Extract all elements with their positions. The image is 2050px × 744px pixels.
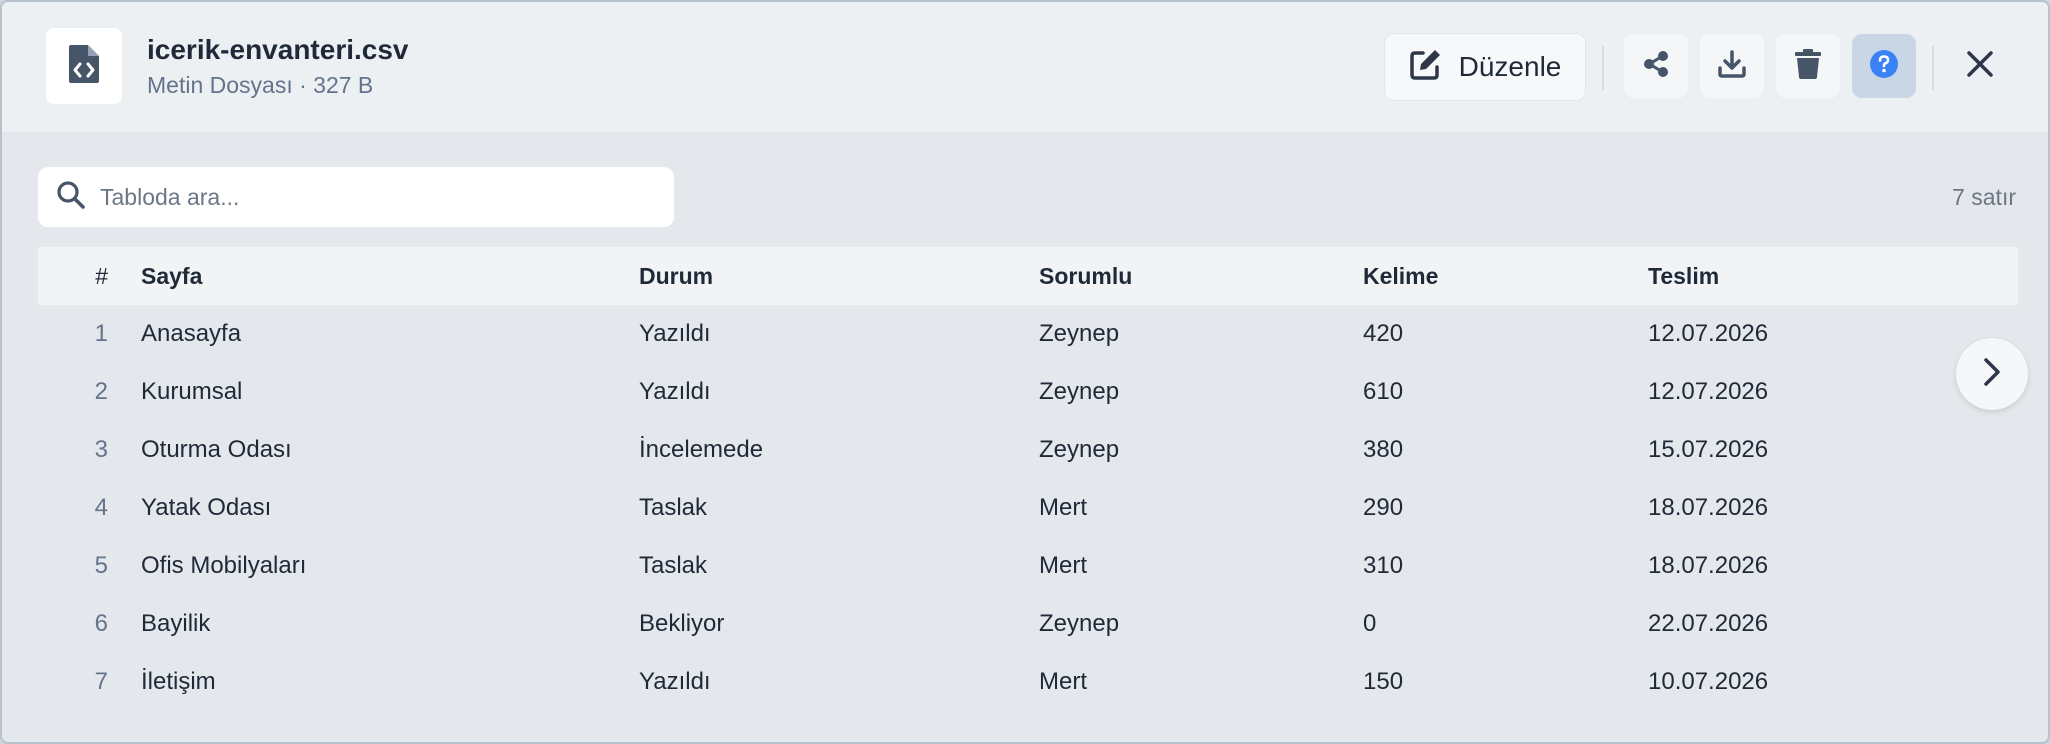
cell-page: İletişim bbox=[141, 668, 216, 695]
share-icon bbox=[1642, 50, 1670, 83]
row-index: 6 bbox=[94, 610, 108, 637]
chevron-right-icon bbox=[1981, 357, 2003, 392]
table-row: 2 Kurumsal Yazıldı Zeynep 610 12.07.2026 bbox=[38, 363, 2018, 421]
cell-due: 18.07.2026 bbox=[1648, 552, 1769, 579]
cell-status: Yazıldı bbox=[639, 320, 711, 347]
cell-page: Anasayfa bbox=[141, 320, 242, 347]
share-button[interactable] bbox=[1624, 34, 1688, 98]
table-row: 3 Oturma Odası İncelemede Zeynep 380 15.… bbox=[38, 421, 2018, 479]
file-name: icerik-envanteri.csv bbox=[147, 34, 409, 65]
column-header-words[interactable]: Kelime bbox=[1363, 247, 1438, 305]
table-row: 5 Ofis Mobilyaları Taslak Mert 310 18.07… bbox=[38, 537, 2018, 595]
cell-status: Taslak bbox=[639, 494, 708, 521]
table-row: 7 İletişim Yazıldı Mert 150 10.07.2026 bbox=[38, 653, 2018, 711]
edit-button-label: Düzenle bbox=[1458, 51, 1562, 82]
column-header-page[interactable]: Sayfa bbox=[141, 247, 202, 305]
column-header-status[interactable]: Durum bbox=[639, 247, 713, 305]
row-index: 5 bbox=[94, 552, 108, 579]
cell-owner: Mert bbox=[1039, 552, 1087, 579]
cell-page: Oturma Odası bbox=[141, 436, 292, 463]
table-header: # Sayfa Durum Sorumlu Kelime Teslim bbox=[38, 247, 2018, 305]
close-icon bbox=[1966, 50, 1994, 83]
cell-due: 10.07.2026 bbox=[1648, 668, 1769, 695]
cell-owner: Zeynep bbox=[1039, 320, 1120, 347]
search-icon bbox=[56, 180, 86, 215]
file-preview-dialog: icerik-envanteri.csv Metin Dosyası · 327… bbox=[0, 0, 2050, 744]
cell-status: Yazıldı bbox=[639, 378, 711, 405]
table-row: 4 Yatak Odası Taslak Mert 290 18.07.2026 bbox=[38, 479, 2018, 537]
download-icon bbox=[1718, 49, 1746, 83]
cell-status: Bekliyor bbox=[639, 610, 725, 637]
cell-words: 290 bbox=[1363, 494, 1404, 521]
row-index: 4 bbox=[94, 494, 108, 521]
cell-words: 150 bbox=[1363, 668, 1404, 695]
file-code-icon bbox=[69, 44, 99, 88]
cell-status: Yazıldı bbox=[639, 668, 711, 695]
edit-icon bbox=[1409, 47, 1443, 88]
cell-page: Yatak Odası bbox=[141, 494, 272, 521]
table-row: 1 Anasayfa Yazıldı Zeynep 420 12.07.2026 bbox=[38, 305, 2018, 363]
cell-owner: Mert bbox=[1039, 494, 1087, 521]
edit-button[interactable]: Düzenle bbox=[1384, 33, 1586, 101]
delete-button[interactable] bbox=[1776, 34, 1840, 98]
trash-icon bbox=[1795, 48, 1821, 84]
cell-words: 610 bbox=[1363, 378, 1404, 405]
file-meta: Metin Dosyası · 327 B bbox=[147, 72, 374, 98]
cell-status: Taslak bbox=[639, 552, 708, 579]
cell-due: 15.07.2026 bbox=[1648, 436, 1769, 463]
cell-due: 12.07.2026 bbox=[1648, 378, 1769, 405]
row-index: 1 bbox=[94, 320, 108, 347]
data-table: # Sayfa Durum Sorumlu Kelime Teslim 1 An… bbox=[38, 247, 2018, 711]
cell-words: 0 bbox=[1363, 610, 1377, 637]
cell-due: 12.07.2026 bbox=[1648, 320, 1769, 347]
download-button[interactable] bbox=[1700, 34, 1764, 98]
cell-page: Ofis Mobilyaları bbox=[141, 552, 307, 579]
row-index: 3 bbox=[94, 436, 108, 463]
column-header-index: # bbox=[95, 263, 108, 289]
row-index: 2 bbox=[94, 378, 108, 405]
toolbar-divider bbox=[1602, 46, 1604, 90]
cell-status: İncelemede bbox=[639, 436, 764, 463]
close-button[interactable] bbox=[1948, 34, 2012, 98]
table-row: 6 Bayilik Bekliyor Zeynep 0 22.07.2026 bbox=[38, 595, 2018, 653]
cell-owner: Mert bbox=[1039, 668, 1087, 695]
toolbar-divider bbox=[1932, 46, 1934, 90]
cell-words: 310 bbox=[1363, 552, 1404, 579]
cell-owner: Zeynep bbox=[1039, 378, 1120, 405]
cell-words: 420 bbox=[1363, 320, 1404, 347]
column-header-due[interactable]: Teslim bbox=[1648, 247, 1719, 305]
table-search bbox=[38, 167, 674, 227]
cell-page: Kurumsal bbox=[141, 378, 243, 405]
row-index: 7 bbox=[94, 668, 108, 695]
column-header-owner[interactable]: Sorumlu bbox=[1039, 247, 1132, 305]
cell-due: 18.07.2026 bbox=[1648, 494, 1769, 521]
file-type-badge bbox=[46, 28, 122, 104]
help-icon bbox=[1869, 49, 1899, 84]
cell-page: Bayilik bbox=[141, 610, 211, 637]
row-count: 7 satır bbox=[1952, 184, 2016, 210]
cell-owner: Zeynep bbox=[1039, 610, 1120, 637]
cell-due: 22.07.2026 bbox=[1648, 610, 1769, 637]
dialog-header: icerik-envanteri.csv Metin Dosyası · 327… bbox=[2, 2, 2048, 132]
cell-owner: Zeynep bbox=[1039, 436, 1120, 463]
scroll-right-button[interactable] bbox=[1956, 338, 2028, 410]
search-input[interactable] bbox=[100, 183, 660, 211]
cell-words: 380 bbox=[1363, 436, 1404, 463]
help-button[interactable] bbox=[1852, 34, 1916, 98]
